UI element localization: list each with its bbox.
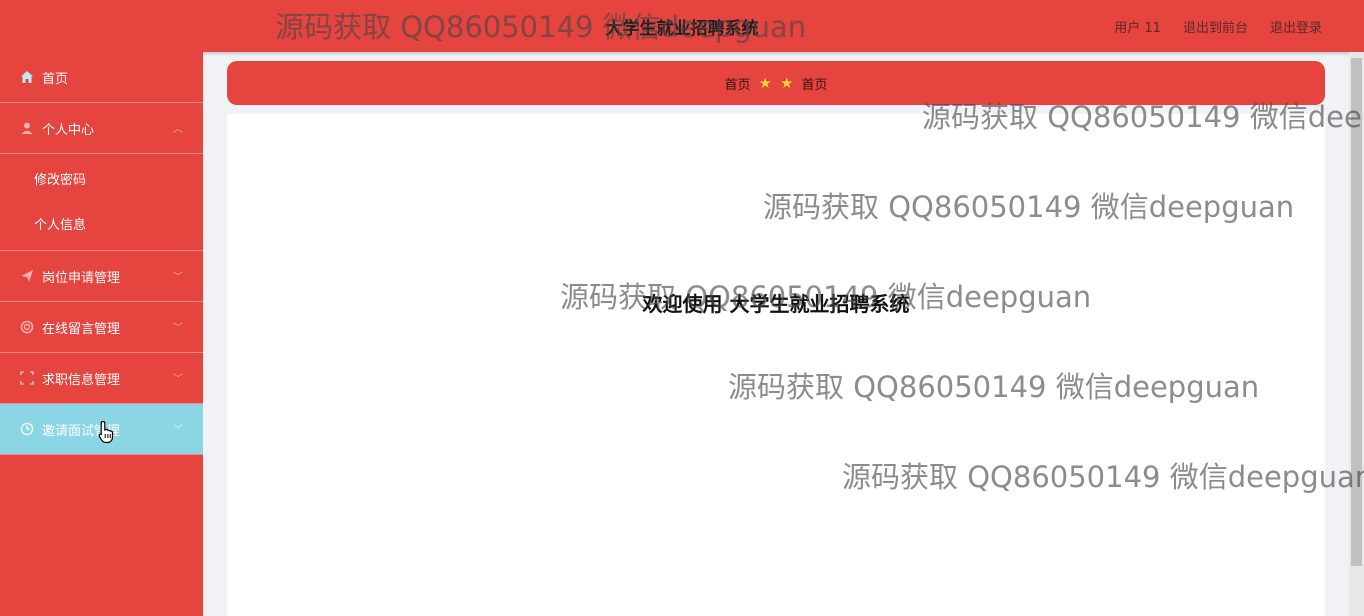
main-panel: 欢迎使用 大学生就业招聘系统 xyxy=(227,114,1325,616)
personal-center-submenu: 修改密码 个人信息 xyxy=(0,154,203,251)
breadcrumb: 首页 ★ ★ 首页 xyxy=(227,61,1325,105)
page-scrollbar[interactable] xyxy=(1349,52,1364,616)
welcome-heading: 欢迎使用 大学生就业招聘系统 xyxy=(642,292,910,316)
back-to-front-link[interactable]: 退出到前台 xyxy=(1183,17,1248,36)
scrollbar-thumb[interactable] xyxy=(1351,58,1362,566)
chevron-down-icon: ﹀ xyxy=(173,272,183,283)
chevron-up-icon: ︿ xyxy=(173,124,183,135)
chevron-down-icon: ﹀ xyxy=(173,323,183,334)
sidebar-item-label: 在线留言管理 xyxy=(42,321,121,337)
home-icon xyxy=(19,69,35,85)
hand-cursor-icon xyxy=(98,420,116,448)
star-icon: ★ xyxy=(780,74,794,92)
sidebar-item-job-application[interactable]: 岗位申请管理 ﹀ xyxy=(0,251,203,302)
frame-icon xyxy=(19,370,35,386)
clock-icon xyxy=(19,421,35,437)
user-label[interactable]: 用户 11 xyxy=(1114,17,1161,36)
logout-link[interactable]: 退出登录 xyxy=(1270,17,1322,36)
chevron-down-icon: ﹀ xyxy=(173,374,183,385)
sidebar-item-label: 求职信息管理 xyxy=(42,372,121,388)
sidebar-item-job-seeking[interactable]: 求职信息管理 ﹀ xyxy=(0,353,203,404)
sidebar-subitem-personal-info[interactable]: 个人信息 xyxy=(0,203,203,248)
sidebar-item-label: 首页 xyxy=(42,71,69,87)
message-icon xyxy=(19,319,35,335)
star-icon: ★ xyxy=(758,74,772,92)
user-icon xyxy=(19,120,35,136)
sidebar: 首页 个人中心 ︿ 修改密码 个人信息 岗位申请管理 ﹀ 在线留言管理 ﹀ 求职… xyxy=(0,52,203,616)
header-actions: 用户 11 退出到前台 退出登录 xyxy=(1114,17,1322,36)
sidebar-item-label: 个人中心 xyxy=(42,122,95,138)
sidebar-item-personal-center[interactable]: 个人中心 ︿ xyxy=(0,103,203,154)
sidebar-item-label: 岗位申请管理 xyxy=(42,270,121,286)
send-icon xyxy=(19,268,35,284)
sidebar-item-message[interactable]: 在线留言管理 ﹀ xyxy=(0,302,203,353)
top-header: 大学生就业招聘系统 用户 11 退出到前台 退出登录 xyxy=(0,0,1364,52)
breadcrumb-home[interactable]: 首页 xyxy=(725,74,751,93)
sidebar-subitem-change-password[interactable]: 修改密码 xyxy=(0,158,203,203)
sidebar-item-home[interactable]: 首页 xyxy=(0,52,203,103)
breadcrumb-current: 首页 xyxy=(801,77,828,93)
chevron-down-icon: ﹀ xyxy=(173,425,183,436)
